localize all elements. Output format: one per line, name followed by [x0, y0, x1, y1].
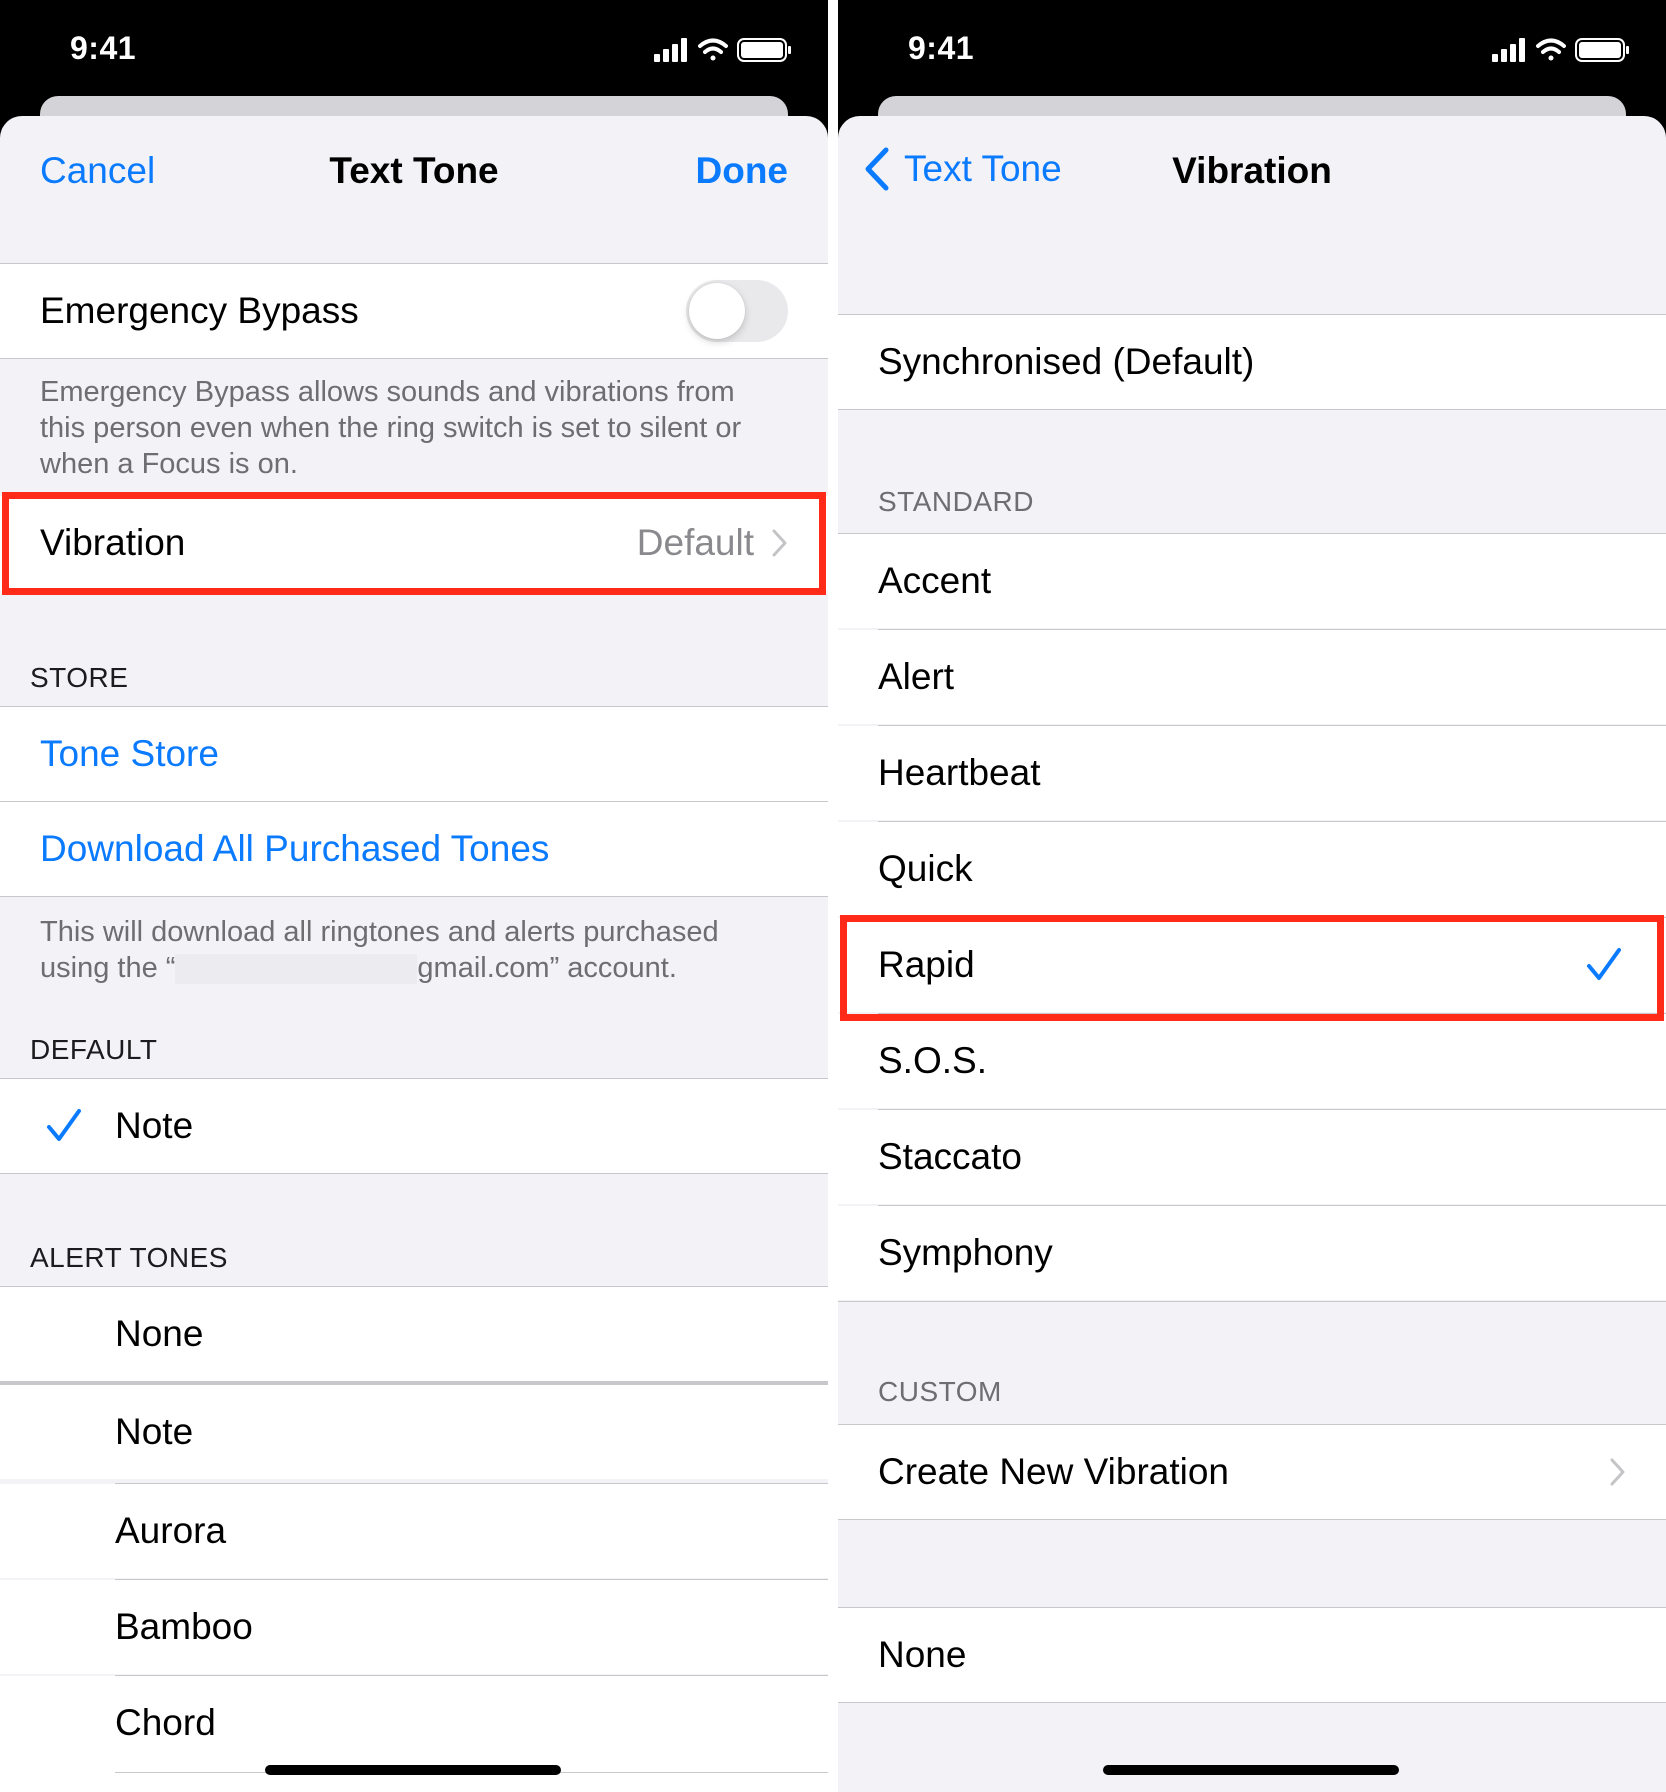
alert-tone-label: Bamboo: [115, 1606, 253, 1647]
synchronised-label: Synchronised (Default): [878, 341, 1255, 382]
alert-tone-label: Chord: [115, 1702, 216, 1743]
emergency-bypass-footer: Emergency Bypass allows sounds and vibra…: [40, 376, 742, 480]
status-time: 9:41: [70, 30, 137, 66]
right-screen: 9:41 Text Tone Vibration Synchronised (D…: [838, 0, 1666, 1792]
alert-tone-row[interactable]: Aurora: [0, 1484, 828, 1578]
alert-tone-label: Note: [115, 1411, 194, 1452]
home-indicator: [265, 1765, 561, 1775]
divider: [838, 1301, 1666, 1302]
divider: [838, 409, 1666, 410]
default-note-row[interactable]: Note: [0, 1079, 828, 1173]
cellular-signal-icon: [1492, 38, 1525, 62]
store-section-header: STORE: [30, 662, 129, 693]
cellular-signal-icon: [654, 38, 687, 62]
toggle-knob: [689, 283, 745, 339]
status-time: 9:41: [908, 30, 975, 66]
default-note-label: Note: [115, 1105, 194, 1146]
vibration-option-label: Accent: [878, 560, 992, 601]
vibration-option-row[interactable]: Alert: [838, 630, 1666, 724]
emergency-bypass-label: Emergency Bypass: [40, 290, 359, 331]
vibration-option-label: Alert: [878, 656, 955, 697]
vibration-option-label: Heartbeat: [878, 752, 1041, 793]
tone-store-link: Tone Store: [40, 733, 219, 774]
chevron-right-icon: [1610, 1458, 1625, 1486]
none-vibration-label: None: [878, 1634, 967, 1675]
custom-section-header: CUSTOM: [878, 1376, 1002, 1407]
wifi-icon: [698, 38, 728, 61]
vibration-option-row[interactable]: Heartbeat: [838, 726, 1666, 820]
done-button[interactable]: Done: [696, 150, 789, 192]
rapid-highlight-box: [840, 915, 1664, 1021]
download-footer: This will download all ringtones and ale…: [40, 914, 780, 986]
battery-icon: [1575, 38, 1629, 62]
left-screen: 9:41 Cancel Text Tone Done Emergency Byp…: [0, 0, 828, 1792]
create-new-vibration-label: Create New Vibration: [878, 1451, 1229, 1492]
vibration-highlight-box: [2, 492, 826, 595]
vibration-option-label: Staccato: [878, 1136, 1022, 1177]
wifi-icon: [1536, 38, 1566, 61]
emergency-bypass-row: Emergency Bypass: [0, 264, 828, 358]
divider: [0, 896, 828, 897]
vibration-option-row[interactable]: Quick: [838, 822, 1666, 916]
vibration-option-row[interactable]: S.O.S.: [838, 1014, 1666, 1108]
emergency-bypass-toggle[interactable]: [686, 280, 788, 342]
vibration-option-row[interactable]: Staccato: [838, 1110, 1666, 1204]
tone-store-row[interactable]: Tone Store: [0, 707, 828, 801]
synchronised-row[interactable]: Synchronised (Default): [838, 315, 1666, 409]
status-icons: [1492, 38, 1629, 62]
download-all-link: Download All Purchased Tones: [40, 828, 550, 869]
vibration-option-label: S.O.S.: [878, 1040, 987, 1081]
standard-section-header: STANDARD: [878, 486, 1034, 517]
vibration-option-row[interactable]: Symphony: [838, 1206, 1666, 1300]
nav-title: Vibration: [1172, 150, 1332, 191]
text-tone-sheet: Cancel Text Tone Done Emergency Bypass E…: [0, 116, 828, 1792]
download-footer-suffix: gmail.com” account.: [417, 952, 677, 984]
vibration-option-label: Quick: [878, 848, 973, 889]
alert-tone-label: None: [115, 1313, 204, 1354]
download-all-row[interactable]: Download All Purchased Tones: [0, 802, 828, 896]
status-icons: [654, 38, 791, 62]
alert-tone-row[interactable]: Bamboo: [0, 1580, 828, 1674]
battery-icon: [737, 38, 791, 62]
divider: [0, 358, 828, 359]
alert-tones-section-header: ALERT TONES: [30, 1242, 228, 1273]
divider: [838, 1702, 1666, 1703]
divider: [838, 1519, 1666, 1520]
checkmark-icon: [47, 1109, 81, 1141]
vibration-option-label: Symphony: [878, 1232, 1053, 1273]
alert-tone-row[interactable]: None: [0, 1287, 828, 1381]
home-indicator: [1103, 1765, 1399, 1775]
alert-tone-label: Aurora: [115, 1510, 227, 1551]
none-vibration-row[interactable]: None: [838, 1608, 1666, 1702]
alert-tone-row[interactable]: Note: [0, 1385, 828, 1479]
create-new-vibration-row[interactable]: Create New Vibration: [838, 1425, 1666, 1519]
default-section-header: DEFAULT: [30, 1034, 158, 1065]
vibration-option-row[interactable]: Accent: [838, 534, 1666, 628]
divider: [0, 1173, 828, 1174]
redacted-email: [175, 954, 418, 985]
